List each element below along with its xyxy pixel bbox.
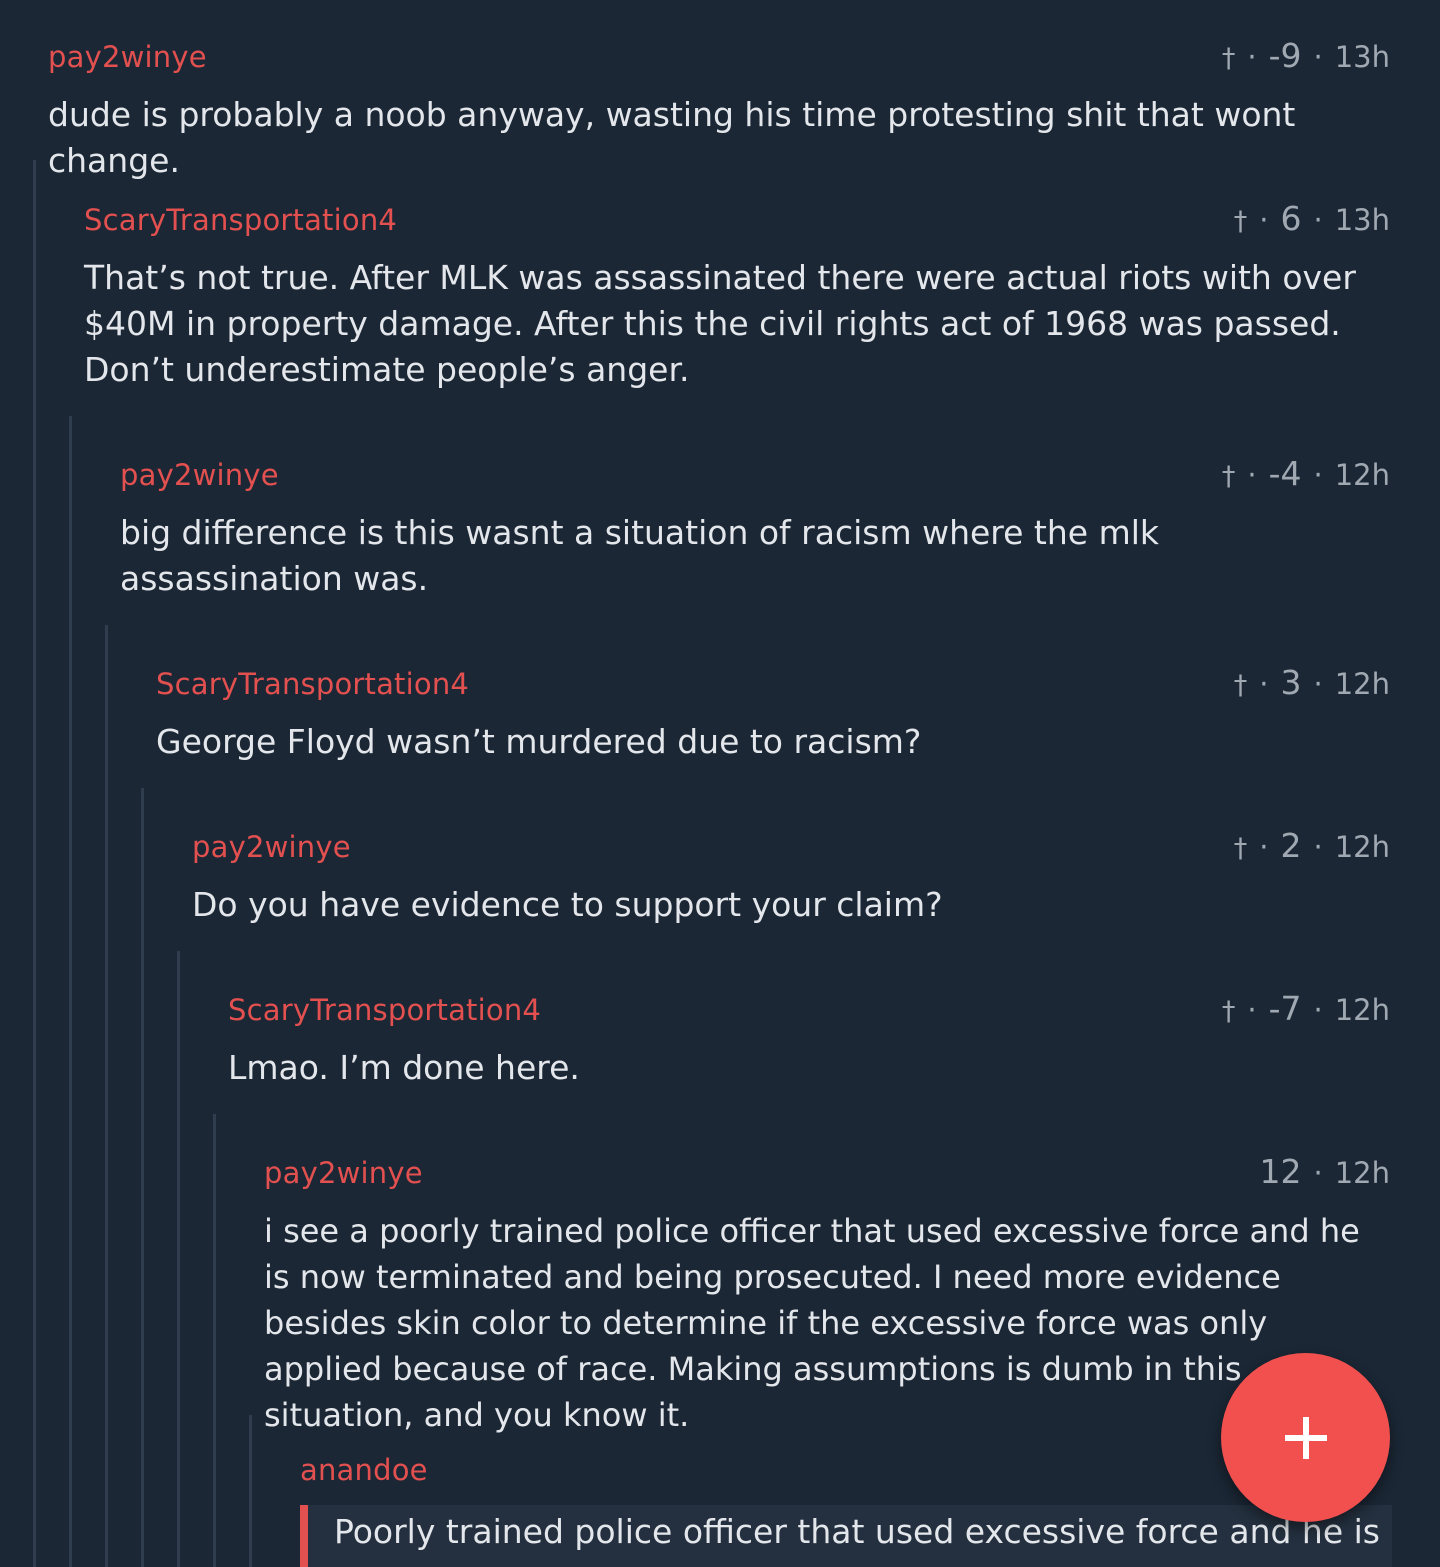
plus-icon xyxy=(1284,1416,1327,1459)
dagger-icon: † xyxy=(1233,206,1248,237)
thread-guide-line xyxy=(249,1415,252,1567)
comment-meta: † · 2 · 12h xyxy=(1233,826,1390,865)
comment-time: 12h xyxy=(1334,667,1390,701)
comment-body: That’s not true. After MLK was assassina… xyxy=(84,258,1356,389)
comment-score: -4 xyxy=(1268,454,1302,493)
comment[interactable]: ScaryTransportation4 † · -7 · 12h Lmao. I’m … xyxy=(228,989,1390,1091)
thread-guide-line xyxy=(33,160,36,1567)
comment-body: i see a poorly trained police officer th… xyxy=(264,1212,1360,1434)
dagger-icon: † xyxy=(1233,670,1248,701)
thread-guide-line xyxy=(141,788,144,1567)
comment-author[interactable]: ScaryTransportation4 xyxy=(84,203,397,237)
comment-score: 12 xyxy=(1259,1152,1302,1191)
comment[interactable]: ScaryTransportation4 † · 6 · 13h That’s not … xyxy=(84,199,1390,393)
comment-time: 12h xyxy=(1334,830,1390,864)
comment-body: George Floyd wasn’t murdered due to raci… xyxy=(156,722,922,761)
thread-guide-line xyxy=(213,1114,216,1567)
comment-score: 3 xyxy=(1280,663,1302,702)
comment-meta: † · -7 · 12h xyxy=(1221,989,1390,1028)
comment-score: -7 xyxy=(1268,989,1302,1028)
comment-author[interactable]: anandoe xyxy=(300,1453,428,1487)
comment-meta: † · 3 · 12h xyxy=(1233,663,1390,702)
comment-author[interactable]: ScaryTransportation4 xyxy=(156,667,469,701)
comment[interactable]: ScaryTransportation4 † · 3 · 12h George Floy… xyxy=(156,663,1390,765)
comment-time: 12h xyxy=(1334,993,1390,1027)
comment-time: 13h xyxy=(1334,40,1390,74)
comment-time: 12h xyxy=(1334,1156,1390,1190)
thread-guide-line xyxy=(69,416,72,1567)
comment-meta: † · 6 · 13h xyxy=(1233,199,1390,238)
comment-score: 6 xyxy=(1280,199,1302,238)
comment-author[interactable]: pay2winye xyxy=(264,1156,423,1190)
dagger-icon: † xyxy=(1221,461,1236,492)
dagger-icon: † xyxy=(1221,43,1236,74)
comment[interactable]: pay2winye 12 · 12h i see a poorly trained … xyxy=(264,1152,1390,1438)
comment-meta: † · -9 · 13h xyxy=(1221,36,1390,75)
comment-author[interactable]: pay2winye xyxy=(120,458,279,492)
comment-thread: pay2winye † · -9 · 13h dude is probably a no… xyxy=(0,0,1440,1567)
comment-body: big difference is this wasnt a situation… xyxy=(120,513,1160,598)
comment-score: -9 xyxy=(1268,36,1302,75)
comment-meta: 12 · 12h xyxy=(1259,1152,1391,1191)
comment-author[interactable]: pay2winye xyxy=(48,40,207,74)
comment-time: 12h xyxy=(1334,458,1390,492)
thread-guide-line xyxy=(177,951,180,1567)
comment-time: 13h xyxy=(1334,203,1390,237)
comment-meta: † · -4 · 12h xyxy=(1221,454,1390,493)
dagger-icon: † xyxy=(1233,833,1248,864)
comment-body: dude is probably a noob anyway, wasting … xyxy=(48,95,1296,180)
quoted-text: Poorly trained police officer that used … xyxy=(300,1505,1392,1567)
comment[interactable]: pay2winye † · -9 · 13h dude is probably a no… xyxy=(48,36,1390,184)
comment-author[interactable]: pay2winye xyxy=(192,830,351,864)
comment-author[interactable]: ScaryTransportation4 xyxy=(228,993,541,1027)
comment-body: Lmao. I’m done here. xyxy=(228,1048,580,1087)
add-comment-button[interactable] xyxy=(1221,1353,1390,1522)
thread-guide-line xyxy=(105,625,108,1567)
comment[interactable]: pay2winye † · -4 · 12h big difference is thi… xyxy=(120,454,1390,602)
comment-score: 2 xyxy=(1280,826,1302,865)
comment[interactable]: pay2winye † · 2 · 12h Do you have evidence t… xyxy=(192,826,1390,928)
comment-body: Do you have evidence to support your cla… xyxy=(192,885,943,924)
dagger-icon: † xyxy=(1221,996,1236,1027)
